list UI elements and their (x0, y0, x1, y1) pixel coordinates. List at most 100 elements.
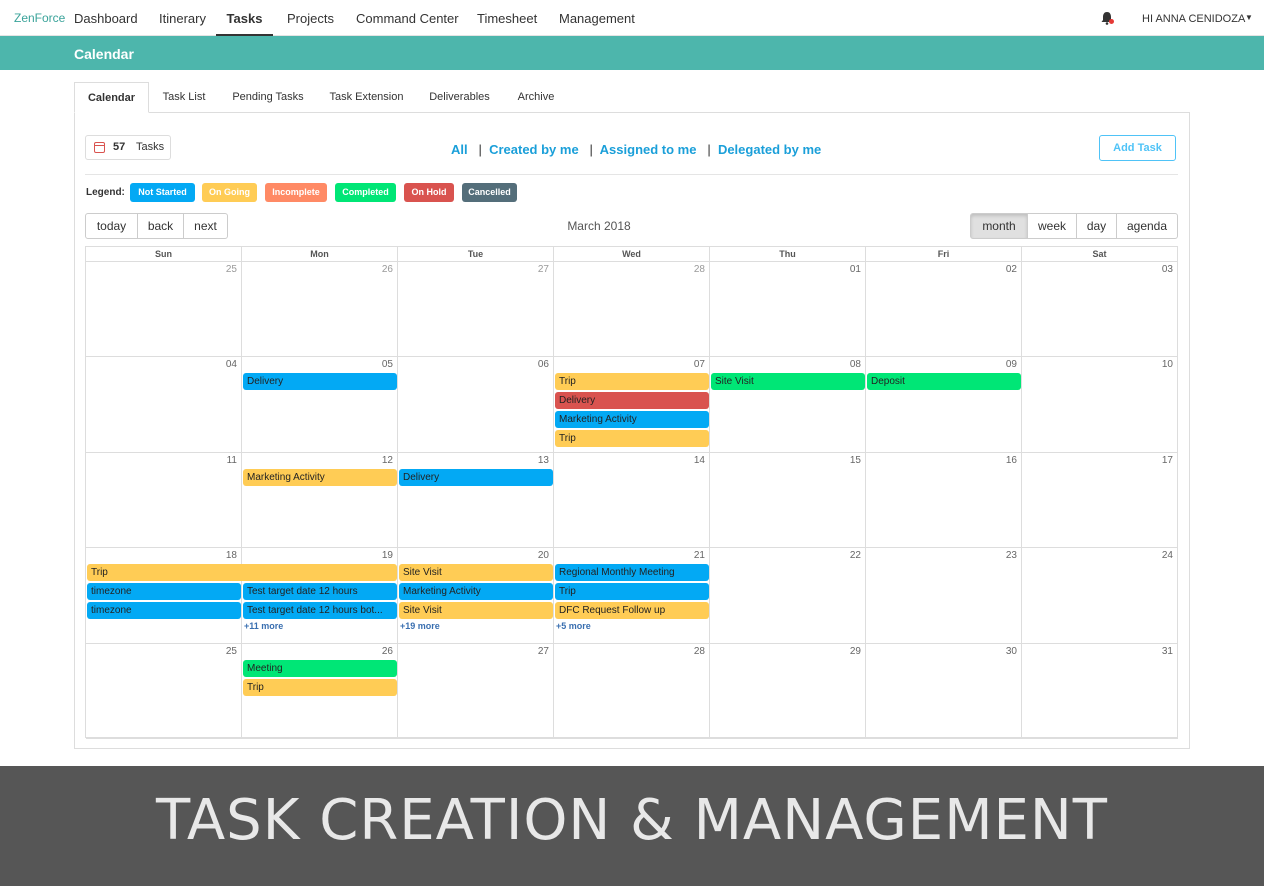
calendar-day-cell[interactable]: 25 (86, 643, 242, 739)
day-number[interactable]: 06 (538, 359, 549, 370)
calendar-event[interactable]: Regional Monthly Meeting (555, 564, 709, 582)
day-number[interactable]: 25 (226, 264, 237, 275)
day-number[interactable]: 21 (694, 550, 705, 561)
nav-tasks[interactable]: Tasks (216, 0, 273, 36)
day-number[interactable]: 08 (850, 359, 861, 370)
day-number[interactable]: 04 (226, 359, 237, 370)
filter-delegated-by-me[interactable]: Delegated by me (718, 142, 821, 157)
calendar-day-cell[interactable]: 10 (1022, 357, 1178, 453)
calendar-event[interactable]: Site Visit (711, 373, 865, 391)
calendar-day-cell[interactable]: 16 (866, 452, 1022, 549)
day-number[interactable]: 09 (1006, 359, 1017, 370)
day-number[interactable]: 29 (850, 646, 861, 657)
calendar-day-cell[interactable]: 12 (242, 452, 398, 549)
nav-projects[interactable]: Projects (287, 0, 334, 36)
tab-pending-tasks[interactable]: Pending Tasks (225, 82, 311, 113)
day-number[interactable]: 02 (1006, 264, 1017, 275)
day-number[interactable]: 22 (850, 550, 861, 561)
calendar-day-cell[interactable]: 31 (1022, 643, 1178, 739)
day-number[interactable]: 19 (382, 550, 393, 561)
more-events-link[interactable]: +11 more (244, 621, 283, 631)
day-number[interactable]: 26 (382, 646, 393, 657)
calendar-event[interactable]: timezone (87, 602, 241, 620)
calendar-event[interactable]: Deposit (867, 373, 1021, 391)
calendar-event[interactable]: Site Visit (399, 564, 553, 582)
user-menu[interactable]: HI ANNA CENIDOZA (1142, 13, 1245, 25)
nav-command-center[interactable]: Command Center (356, 0, 459, 36)
calendar-event[interactable]: Marketing Activity (243, 468, 397, 486)
more-events-link[interactable]: +5 more (556, 621, 591, 631)
calendar-event[interactable]: Delivery (243, 373, 397, 391)
calendar-day-cell[interactable]: 15 (710, 452, 866, 549)
calendar-day-cell[interactable]: 08 (710, 357, 866, 453)
calendar-day-cell[interactable]: 29 (710, 643, 866, 739)
day-number[interactable]: 15 (850, 455, 861, 466)
day-number[interactable]: 13 (538, 455, 549, 466)
day-number[interactable]: 11 (227, 455, 237, 466)
day-number[interactable]: 16 (1006, 455, 1017, 466)
calendar-day-cell[interactable]: 02 (866, 262, 1022, 358)
day-number[interactable]: 27 (538, 646, 549, 657)
tab-task-extension[interactable]: Task Extension (323, 82, 410, 113)
next-button[interactable]: next (183, 213, 228, 239)
nav-timesheet[interactable]: Timesheet (477, 0, 537, 36)
day-number[interactable]: 30 (1006, 646, 1017, 657)
notification-bell-icon[interactable] (1100, 11, 1114, 25)
day-number[interactable]: 10 (1162, 359, 1173, 370)
tab-task-list[interactable]: Task List (155, 82, 213, 113)
calendar-event[interactable]: Trip (555, 583, 709, 601)
calendar-event[interactable]: Delivery (555, 392, 709, 410)
chevron-down-icon[interactable]: ▼ (1245, 13, 1253, 22)
calendar-day-cell[interactable]: 17 (1022, 452, 1178, 549)
day-number[interactable]: 14 (694, 455, 705, 466)
view-agenda-button[interactable]: agenda (1116, 213, 1178, 239)
calendar-event[interactable]: Meeting (243, 659, 397, 677)
calendar-event[interactable]: timezone (87, 583, 241, 601)
calendar-day-cell[interactable]: 06 (398, 357, 554, 453)
calendar-day-cell[interactable]: 11 (86, 452, 242, 549)
calendar-day-cell[interactable]: 14 (554, 452, 710, 549)
calendar-event[interactable]: Marketing Activity (399, 583, 553, 601)
nav-itinerary[interactable]: Itinerary (159, 0, 206, 36)
day-number[interactable]: 23 (1006, 550, 1017, 561)
calendar-event[interactable]: DFC Request Follow up (555, 602, 709, 620)
calendar-day-cell[interactable]: 09 (866, 357, 1022, 453)
back-button[interactable]: back (137, 213, 184, 239)
calendar-event[interactable]: Test target date 12 hours (243, 583, 397, 601)
day-number[interactable]: 12 (382, 455, 393, 466)
day-number[interactable]: 01 (850, 264, 861, 275)
calendar-event[interactable]: Trip (87, 564, 397, 582)
view-day-button[interactable]: day (1076, 213, 1117, 239)
calendar-day-cell[interactable]: 23 (866, 548, 1022, 644)
filter-all[interactable]: All (451, 142, 468, 157)
calendar-day-cell[interactable]: 01 (710, 262, 866, 358)
day-number[interactable]: 31 (1162, 646, 1173, 657)
calendar-day-cell[interactable]: 03 (1022, 262, 1178, 358)
calendar-day-cell[interactable]: 04 (86, 357, 242, 453)
day-number[interactable]: 28 (694, 264, 705, 275)
tab-calendar[interactable]: Calendar (74, 82, 149, 113)
more-events-link[interactable]: +19 more (400, 621, 440, 631)
calendar-event[interactable]: Trip (555, 373, 709, 391)
filter-assigned-to-me[interactable]: Assigned to me (600, 142, 697, 157)
day-number[interactable]: 27 (538, 264, 549, 275)
calendar-day-cell[interactable]: 25 (86, 262, 242, 358)
day-number[interactable]: 18 (226, 550, 237, 561)
calendar-day-cell[interactable]: 28 (554, 262, 710, 358)
add-task-button[interactable]: Add Task (1099, 135, 1176, 161)
day-number[interactable]: 26 (382, 264, 393, 275)
calendar-day-cell[interactable]: 26 (242, 262, 398, 358)
filter-created-by-me[interactable]: Created by me (489, 142, 579, 157)
calendar-day-cell[interactable]: 13 (398, 452, 554, 549)
calendar-day-cell[interactable]: 27 (398, 262, 554, 358)
day-number[interactable]: 20 (538, 550, 549, 561)
calendar-event[interactable]: Site Visit (399, 602, 553, 620)
calendar-event[interactable]: Trip (555, 430, 709, 448)
calendar-event[interactable]: Test target date 12 hours bot... (243, 602, 397, 620)
calendar-event[interactable]: Trip (243, 678, 397, 696)
calendar-event[interactable]: Marketing Activity (555, 411, 709, 429)
day-number[interactable]: 03 (1162, 264, 1173, 275)
calendar-event[interactable]: Delivery (399, 468, 553, 486)
nav-dashboard[interactable]: Dashboard (74, 0, 138, 36)
tab-deliverables[interactable]: Deliverables (422, 82, 497, 113)
